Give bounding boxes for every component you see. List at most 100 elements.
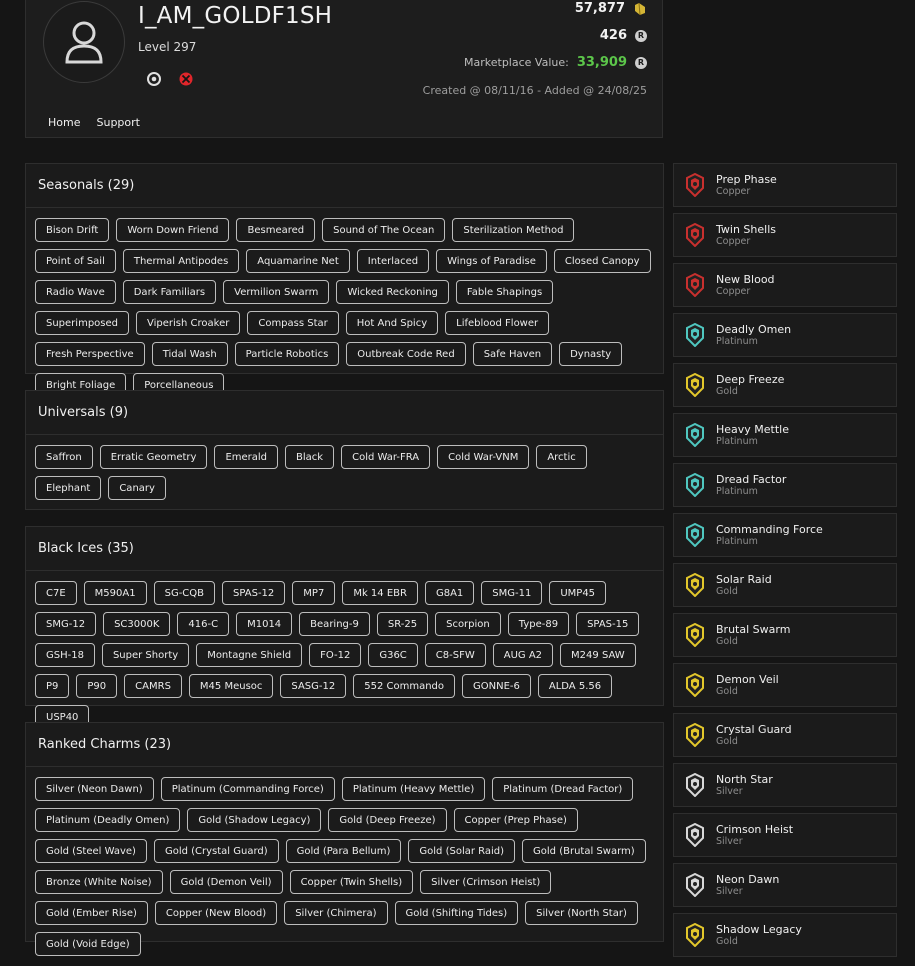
chip-type-89[interactable]: Type-89 [507, 612, 570, 636]
chip-gold-shifting-tides[interactable]: Gold (Shifting Tides) [394, 901, 519, 925]
chip-canary[interactable]: Canary [108, 476, 166, 500]
chip-m249-saw[interactable]: M249 SAW [560, 643, 636, 667]
chip-aug-a2[interactable]: AUG A2 [492, 643, 554, 667]
chip-besmeared[interactable]: Besmeared [236, 218, 316, 242]
chip-gold-ember-rise[interactable]: Gold (Ember Rise) [35, 901, 148, 925]
charm-item-solar-raid[interactable]: Solar Raid Gold [673, 563, 897, 607]
chip-compass-star[interactable]: Compass Star [247, 311, 339, 335]
chip-safe-haven[interactable]: Safe Haven [472, 342, 553, 366]
charm-item-brutal-swarm[interactable]: Brutal Swarm Gold [673, 613, 897, 657]
charm-item-shadow-legacy[interactable]: Shadow Legacy Gold [673, 913, 897, 957]
chip-m590a1[interactable]: M590A1 [83, 581, 147, 605]
chip-bison-drift[interactable]: Bison Drift [35, 218, 110, 242]
chip-interlaced[interactable]: Interlaced [356, 249, 430, 273]
chip-alda-5-56[interactable]: ALDA 5.56 [537, 674, 613, 698]
chip-p90[interactable]: P90 [76, 674, 118, 698]
chip-gold-shadow-legacy[interactable]: Gold (Shadow Legacy) [187, 808, 322, 832]
chip-mk-14-ebr[interactable]: Mk 14 EBR [342, 581, 418, 605]
charm-item-crimson-heist[interactable]: Crimson Heist Silver [673, 813, 897, 857]
chip-camrs[interactable]: CAMRS [124, 674, 182, 698]
chip-sasg-12[interactable]: SASG-12 [280, 674, 347, 698]
chip-sr-25[interactable]: SR-25 [376, 612, 429, 636]
chip-g36c[interactable]: G36C [368, 643, 418, 667]
chip-gold-deep-freeze[interactable]: Gold (Deep Freeze) [328, 808, 447, 832]
chip-dark-familiars[interactable]: Dark Familiars [122, 280, 217, 304]
chip-gold-crystal-guard[interactable]: Gold (Crystal Guard) [153, 839, 279, 863]
chip-point-of-sail[interactable]: Point of Sail [35, 249, 116, 273]
chip-radio-wave[interactable]: Radio Wave [35, 280, 116, 304]
chip-fable-shapings[interactable]: Fable Shapings [455, 280, 554, 304]
chip-smg-12[interactable]: SMG-12 [35, 612, 97, 636]
chip-silver-chimera[interactable]: Silver (Chimera) [284, 901, 388, 925]
chip-gold-steel-wave[interactable]: Gold (Steel Wave) [35, 839, 147, 863]
chip-erratic-geometry[interactable]: Erratic Geometry [99, 445, 208, 469]
chip-sound-of-the-ocean[interactable]: Sound of The Ocean [322, 218, 446, 242]
chip-sc3000k[interactable]: SC3000K [103, 612, 171, 636]
nav-home[interactable]: Home [48, 116, 80, 129]
ubisoft-icon[interactable] [146, 71, 162, 87]
chip-gsh-18[interactable]: GSH-18 [35, 643, 95, 667]
chip-silver-neon-dawn[interactable]: Silver (Neon Dawn) [35, 777, 154, 801]
charm-item-prep-phase[interactable]: Prep Phase Copper [673, 163, 897, 207]
chip-mp7[interactable]: MP7 [292, 581, 336, 605]
chip-416-c[interactable]: 416-C [177, 612, 230, 636]
chip-montagne-shield[interactable]: Montagne Shield [196, 643, 303, 667]
chip-aquamarine-net[interactable]: Aquamarine Net [246, 249, 350, 273]
chip-silver-crimson-heist[interactable]: Silver (Crimson Heist) [420, 870, 552, 894]
chip-wicked-reckoning[interactable]: Wicked Reckoning [336, 280, 449, 304]
chip-super-shorty[interactable]: Super Shorty [101, 643, 190, 667]
chip-tidal-wash[interactable]: Tidal Wash [151, 342, 228, 366]
charm-item-new-blood[interactable]: New Blood Copper [673, 263, 897, 307]
chip-wings-of-paradise[interactable]: Wings of Paradise [436, 249, 547, 273]
charm-item-dread-factor[interactable]: Dread Factor Platinum [673, 463, 897, 507]
chip-spas-12[interactable]: SPAS-12 [222, 581, 286, 605]
charm-item-twin-shells[interactable]: Twin Shells Copper [673, 213, 897, 257]
xbox-icon[interactable] [178, 71, 194, 87]
nav-support[interactable]: Support [96, 116, 139, 129]
charm-item-deadly-omen[interactable]: Deadly Omen Platinum [673, 313, 897, 357]
chip-arctic[interactable]: Arctic [536, 445, 587, 469]
chip-superimposed[interactable]: Superimposed [35, 311, 129, 335]
chip-fresh-perspective[interactable]: Fresh Perspective [35, 342, 145, 366]
chip-platinum-heavy-mettle[interactable]: Platinum (Heavy Mettle) [341, 777, 486, 801]
chip-cold-war-fra[interactable]: Cold War-FRA [341, 445, 431, 469]
chip-gold-para-bellum[interactable]: Gold (Para Bellum) [285, 839, 402, 863]
chip-hot-and-spicy[interactable]: Hot And Spicy [345, 311, 439, 335]
chip-fo-12[interactable]: FO-12 [309, 643, 362, 667]
chip-copper-twin-shells[interactable]: Copper (Twin Shells) [289, 870, 414, 894]
chip-emerald[interactable]: Emerald [214, 445, 279, 469]
charm-item-demon-veil[interactable]: Demon Veil Gold [673, 663, 897, 707]
chip-particle-robotics[interactable]: Particle Robotics [234, 342, 340, 366]
charm-item-heavy-mettle[interactable]: Heavy Mettle Platinum [673, 413, 897, 457]
chip-smg-11[interactable]: SMG-11 [481, 581, 543, 605]
chip-copper-prep-phase[interactable]: Copper (Prep Phase) [453, 808, 578, 832]
chip-elephant[interactable]: Elephant [35, 476, 102, 500]
chip-lifeblood-flower[interactable]: Lifeblood Flower [445, 311, 550, 335]
chip-thermal-antipodes[interactable]: Thermal Antipodes [122, 249, 240, 273]
chip-m1014[interactable]: M1014 [236, 612, 293, 636]
chip-sg-cqb[interactable]: SG-CQB [153, 581, 216, 605]
chip-scorpion[interactable]: Scorpion [435, 612, 501, 636]
chip-black[interactable]: Black [285, 445, 335, 469]
chip-c7e[interactable]: C7E [35, 581, 77, 605]
charm-item-crystal-guard[interactable]: Crystal Guard Gold [673, 713, 897, 757]
chip-spas-15[interactable]: SPAS-15 [576, 612, 640, 636]
chip-ump45[interactable]: UMP45 [549, 581, 607, 605]
chip-g8a1[interactable]: G8A1 [424, 581, 475, 605]
chip-p9[interactable]: P9 [35, 674, 70, 698]
chip-m45-meusoc[interactable]: M45 Meusoc [188, 674, 274, 698]
chip-cold-war-vnm[interactable]: Cold War-VNM [437, 445, 530, 469]
chip-worn-down-friend[interactable]: Worn Down Friend [116, 218, 230, 242]
chip-bearing-9[interactable]: Bearing-9 [299, 612, 370, 636]
chip-platinum-deadly-omen[interactable]: Platinum (Deadly Omen) [35, 808, 181, 832]
chip-552-commando[interactable]: 552 Commando [353, 674, 455, 698]
charm-item-north-star[interactable]: North Star Silver [673, 763, 897, 807]
chip-viperish-croaker[interactable]: Viperish Croaker [136, 311, 241, 335]
charm-item-deep-freeze[interactable]: Deep Freeze Gold [673, 363, 897, 407]
chip-sterilization-method[interactable]: Sterilization Method [452, 218, 575, 242]
chip-platinum-commanding-force[interactable]: Platinum (Commanding Force) [160, 777, 335, 801]
charm-item-neon-dawn[interactable]: Neon Dawn Silver [673, 863, 897, 907]
chip-platinum-dread-factor[interactable]: Platinum (Dread Factor) [492, 777, 634, 801]
chip-closed-canopy[interactable]: Closed Canopy [553, 249, 651, 273]
chip-outbreak-code-red[interactable]: Outbreak Code Red [346, 342, 466, 366]
